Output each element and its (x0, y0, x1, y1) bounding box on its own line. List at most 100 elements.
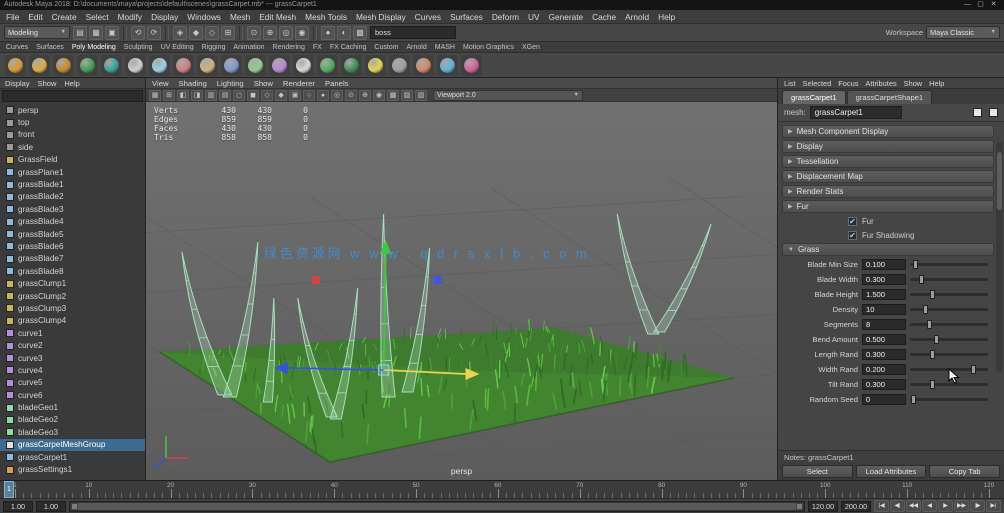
timeline-tick[interactable] (367, 493, 368, 498)
timeline-tick[interactable] (269, 493, 270, 498)
outliner-item-grassblade7[interactable]: grassBlade7 (0, 253, 145, 265)
shelf-pipe-icon[interactable] (245, 55, 266, 76)
timeline-tick[interactable] (989, 489, 990, 498)
ambient-occlusion-icon[interactable]: ◎ (331, 90, 343, 101)
timeline-tick[interactable] (866, 493, 867, 498)
timeline-tick[interactable] (776, 493, 777, 498)
outliner-item-grasscarpetmeshgroup[interactable]: grassCarpetMeshGroup (0, 439, 145, 451)
viewport-menu-view[interactable]: View (152, 79, 169, 88)
shelf-tab-animation[interactable]: Animation (233, 44, 264, 51)
timeline-tick[interactable] (416, 489, 417, 498)
ipr-render-icon[interactable]: ◐ (337, 26, 351, 40)
menu-select[interactable]: Select (86, 12, 109, 22)
viewport-menu-shading[interactable]: Shading (179, 79, 207, 88)
outliner-item-side[interactable]: side (0, 141, 145, 153)
timeline-tick[interactable] (465, 493, 466, 498)
timeline-tick[interactable] (768, 493, 769, 498)
timeline-tick[interactable] (506, 493, 507, 498)
outliner-item-grassblade1[interactable]: grassBlade1 (0, 178, 145, 190)
shelf-green-sphere-icon[interactable] (77, 55, 98, 76)
timeline-tick[interactable] (858, 493, 859, 498)
checkbox-fur-shadowing[interactable]: ✔ (848, 231, 857, 240)
focus-toggle[interactable] (973, 108, 982, 117)
timeline-tick[interactable] (514, 493, 515, 498)
timeline-tick[interactable] (105, 493, 106, 498)
slider-handle[interactable] (913, 260, 918, 269)
play-backwards-button[interactable]: ◀ (922, 500, 937, 512)
shelf-pencil-icon[interactable] (293, 55, 314, 76)
timeline-tick[interactable] (334, 489, 335, 498)
timeline-tick[interactable] (146, 493, 147, 498)
selection-name-input[interactable]: boss (370, 26, 456, 39)
outliner-item-bladegeo1[interactable]: bladeGeo1 (0, 401, 145, 413)
play-forwards-button[interactable]: ▶ (938, 500, 953, 512)
timeline-tick[interactable] (179, 493, 180, 498)
snap-curve-icon[interactable]: ⊙ (247, 26, 261, 40)
timeline-tick[interactable] (981, 493, 982, 498)
timeline-tick[interactable] (81, 493, 82, 498)
timeline-tick[interactable] (580, 489, 581, 498)
timeline-tick[interactable] (596, 493, 597, 498)
slider-handle[interactable] (927, 320, 932, 329)
tab-grasscarpetshape1[interactable]: grassCarpetShape1 (847, 90, 933, 104)
safe-title-icon[interactable]: ◼ (247, 90, 259, 101)
timeline-tick[interactable] (203, 493, 204, 498)
shadows-icon[interactable]: ● (317, 90, 329, 101)
outliner-item-bladegeo2[interactable]: bladeGeo2 (0, 414, 145, 426)
timeline-tick[interactable] (694, 493, 695, 498)
timeline-tick[interactable] (97, 493, 98, 498)
shelf-tab-custom[interactable]: Custom (374, 44, 398, 51)
shelf-tab-curves[interactable]: Curves (6, 44, 28, 51)
timeline-tick[interactable] (408, 493, 409, 498)
timeline-tick[interactable] (743, 489, 744, 498)
shelf-tab-fx[interactable]: FX (313, 44, 322, 51)
shelf-tab-sculpting[interactable]: Sculpting (124, 44, 153, 51)
notes-bar[interactable]: Notes: grassCarpet1 (778, 450, 1004, 463)
camera-lock-icon[interactable]: ▦ (149, 90, 161, 101)
section-grass[interactable]: ▼Grass (782, 243, 994, 256)
scene-3d-view[interactable]: 绿色资源网 w w w . q d r s x f b . c o m (146, 102, 777, 480)
minimize-button[interactable]: — (961, 0, 974, 10)
timeline-tick[interactable] (211, 493, 212, 498)
timeline-tick[interactable] (31, 493, 32, 498)
shelf-tab-surfaces[interactable]: Surfaces (36, 44, 64, 51)
timeline-tick[interactable] (817, 493, 818, 498)
timeline-tick[interactable] (686, 493, 687, 498)
timeline-tick[interactable] (252, 489, 253, 498)
menu-create[interactable]: Create (52, 12, 77, 22)
workspace-dropdown[interactable]: Maya Classic ▼ (926, 26, 1000, 39)
menu-windows[interactable]: Windows (187, 12, 221, 22)
menu-curves[interactable]: Curves (415, 12, 441, 22)
timeline-tick[interactable] (793, 493, 794, 498)
outliner-item-curve1[interactable]: curve1 (0, 327, 145, 339)
timeline-tick[interactable] (56, 493, 57, 498)
attr-slider-random-seed[interactable] (910, 398, 988, 401)
outliner-item-grassfield[interactable]: GrassField (0, 154, 145, 166)
wireframe-icon[interactable]: ◇ (261, 90, 273, 101)
slider-handle[interactable] (930, 290, 935, 299)
outliner-item-curve5[interactable]: curve5 (0, 377, 145, 389)
shelf-sphere2-icon[interactable] (29, 55, 50, 76)
attr-slider-density[interactable] (910, 308, 988, 311)
shelf-torus-icon[interactable] (221, 55, 242, 76)
timeline-tick[interactable] (375, 493, 376, 498)
outliner-item-grassblade6[interactable]: grassBlade6 (0, 240, 145, 252)
timeline-tick[interactable] (432, 493, 433, 498)
anim-start-field[interactable]: 1.00 (3, 501, 33, 512)
outliner-item-grassclump3[interactable]: grassClump3 (0, 302, 145, 314)
timeline-tick[interactable] (719, 493, 720, 498)
menu-display[interactable]: Display (151, 12, 178, 22)
renderer-dropdown[interactable]: Viewport 2.0▼ (433, 90, 583, 101)
outliner-item-grassblade5[interactable]: grassBlade5 (0, 228, 145, 240)
shelf-light-icon[interactable] (365, 55, 386, 76)
timeline-tick[interactable] (293, 493, 294, 498)
attr-slider-length-rand[interactable] (910, 353, 988, 356)
shelf-tree-paint-icon[interactable] (341, 55, 362, 76)
textured-icon[interactable]: ▣ (289, 90, 301, 101)
timeline-tick[interactable] (121, 493, 122, 498)
attr-value-density[interactable]: 10 (862, 304, 906, 315)
outliner-item-bladegeo3[interactable]: bladeGeo3 (0, 426, 145, 438)
outliner-item-grassclump4[interactable]: grassClump4 (0, 315, 145, 327)
menu-edit[interactable]: Edit (28, 12, 42, 22)
film-gate-icon[interactable]: ◧ (177, 90, 189, 101)
